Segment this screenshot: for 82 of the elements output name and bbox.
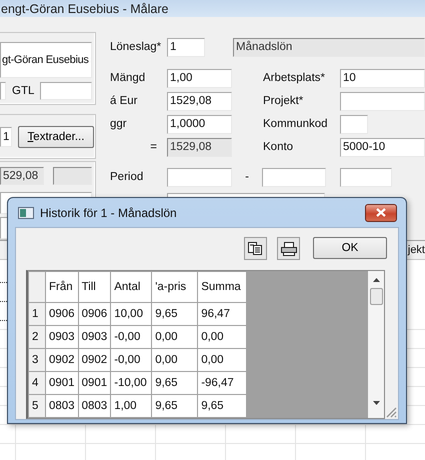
table-cell: -0,00: [110, 326, 152, 348]
number-field[interactable]: 1: [0, 126, 12, 147]
input-field[interactable]: 5000-10: [340, 138, 425, 156]
table-cell: 0,00: [198, 348, 247, 372]
table-cell: 0901: [46, 372, 78, 394]
scrollbar-thumb[interactable]: [370, 288, 382, 305]
table-cell: 9,65: [152, 372, 198, 394]
table-cell: 0903: [78, 326, 111, 348]
table-cell: 0906: [46, 302, 78, 326]
wage-type-field[interactable]: 1: [167, 38, 205, 56]
table-cell: 0902: [46, 348, 78, 372]
field-label: á Eur: [110, 95, 138, 107]
table-cell: 9,65: [152, 394, 198, 418]
close-button[interactable]: [365, 204, 397, 222]
input-field: 1529,08: [167, 138, 232, 156]
table-cell: 1,00: [110, 394, 152, 418]
copy-button[interactable]: [244, 237, 267, 260]
input-field[interactable]: [40, 82, 92, 100]
input-field[interactable]: 10: [340, 68, 425, 88]
row-number: 4: [28, 372, 46, 394]
field-label: ggr: [110, 118, 128, 130]
row-number: 2: [28, 326, 46, 348]
input-field[interactable]: [0, 82, 6, 100]
print-button[interactable]: [277, 237, 300, 260]
copy-icon: [248, 242, 263, 255]
column-header: Från: [46, 272, 78, 302]
table-cell: 0,00: [152, 348, 198, 372]
table-cell: 0803: [78, 394, 111, 418]
input-field[interactable]: 1,00: [167, 68, 232, 88]
table-cell: 0906: [78, 302, 111, 326]
table-cell: 96,47: [198, 302, 247, 326]
scrollbar[interactable]: [368, 271, 384, 418]
row-number: 1: [28, 302, 46, 326]
table-cell: 0,00: [198, 326, 247, 348]
table-cell: 10,00: [110, 302, 152, 326]
table-cell: -96,47: [198, 372, 247, 394]
input-field[interactable]: [167, 168, 232, 186]
column-header: Till: [78, 272, 111, 302]
input-field[interactable]: 1529,08: [167, 92, 232, 110]
field-label: Löneslag*: [110, 41, 162, 53]
input-field[interactable]: [340, 92, 425, 110]
input-field[interactable]: [340, 168, 392, 186]
table-cell: 0,00: [152, 326, 198, 348]
table-cell: 0902: [78, 348, 111, 372]
field-label: =: [149, 141, 158, 153]
input-field[interactable]: [53, 167, 92, 186]
text-rows-button[interactable]: Textrader...: [18, 126, 94, 148]
column-header: Antal: [110, 272, 152, 302]
input-field[interactable]: [340, 114, 368, 134]
field-label: Konto: [263, 141, 294, 153]
separator-label: -: [244, 171, 250, 183]
table-cell: -10,00: [110, 372, 152, 394]
field-label: Arbetsplats*: [263, 72, 326, 84]
code-label: GTL: [11, 85, 36, 97]
wage-type-name-field: Månadslön: [233, 38, 425, 56]
field-label: Projekt*: [263, 95, 304, 107]
table-cell: 9,65: [198, 394, 247, 418]
row-number: 5: [28, 394, 46, 418]
field-label: Mängd: [110, 72, 146, 84]
printer-icon: [280, 242, 296, 256]
column-header: Summa: [198, 272, 247, 302]
table-cell: 0903: [46, 326, 78, 348]
table-cell: -0,00: [110, 348, 152, 372]
window-icon: [18, 206, 34, 218]
scroll-down-icon: [372, 401, 380, 405]
column-header: 'a-pris: [152, 272, 198, 302]
table-cell: 0901: [78, 372, 111, 394]
resize-grip-icon[interactable]: [386, 407, 397, 418]
field-label: Kommunkod: [263, 118, 329, 130]
close-icon: [376, 208, 386, 217]
name-field[interactable]: gt-Göran Eusebius: [0, 42, 92, 78]
field-label: Period: [110, 171, 144, 183]
input-field[interactable]: [262, 168, 326, 186]
window-title: engt-Göran Eusebius - Målare: [1, 2, 168, 16]
amount-field: 529,08: [0, 167, 44, 186]
table-cell: 0803: [46, 394, 78, 418]
dialog-title: Historik för 1 - Månadslön: [40, 206, 178, 220]
ok-button[interactable]: OK: [313, 237, 387, 259]
input-field[interactable]: 1,0000: [167, 114, 232, 134]
row-number: 3: [28, 348, 46, 372]
scroll-up-icon: [372, 278, 380, 282]
table-cell: 9,65: [152, 302, 198, 326]
